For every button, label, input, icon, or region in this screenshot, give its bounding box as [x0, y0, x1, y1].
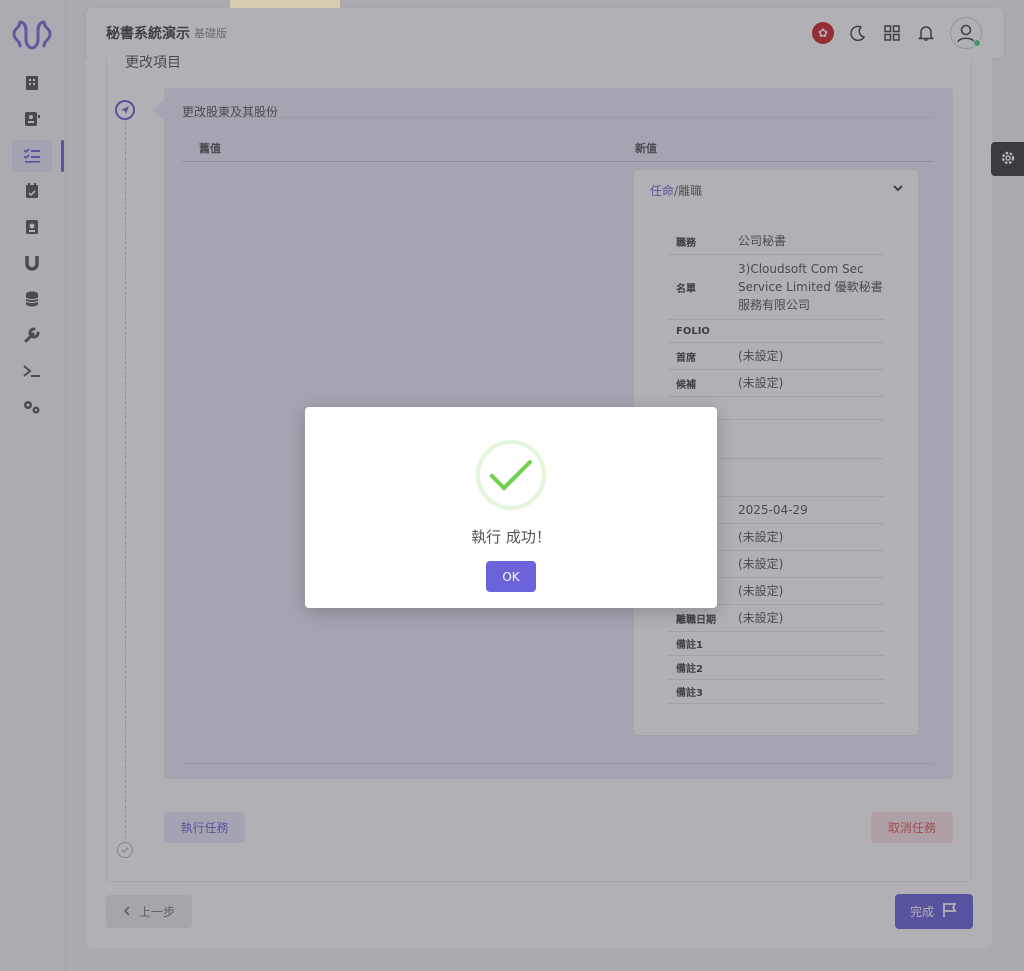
ok-button[interactable]: OK [486, 561, 536, 592]
success-check-icon [476, 440, 546, 510]
top-glow [230, 0, 340, 8]
dialog-message: 執行 成功！ [471, 528, 551, 546]
success-dialog: 執行 成功！ OK [305, 407, 717, 608]
